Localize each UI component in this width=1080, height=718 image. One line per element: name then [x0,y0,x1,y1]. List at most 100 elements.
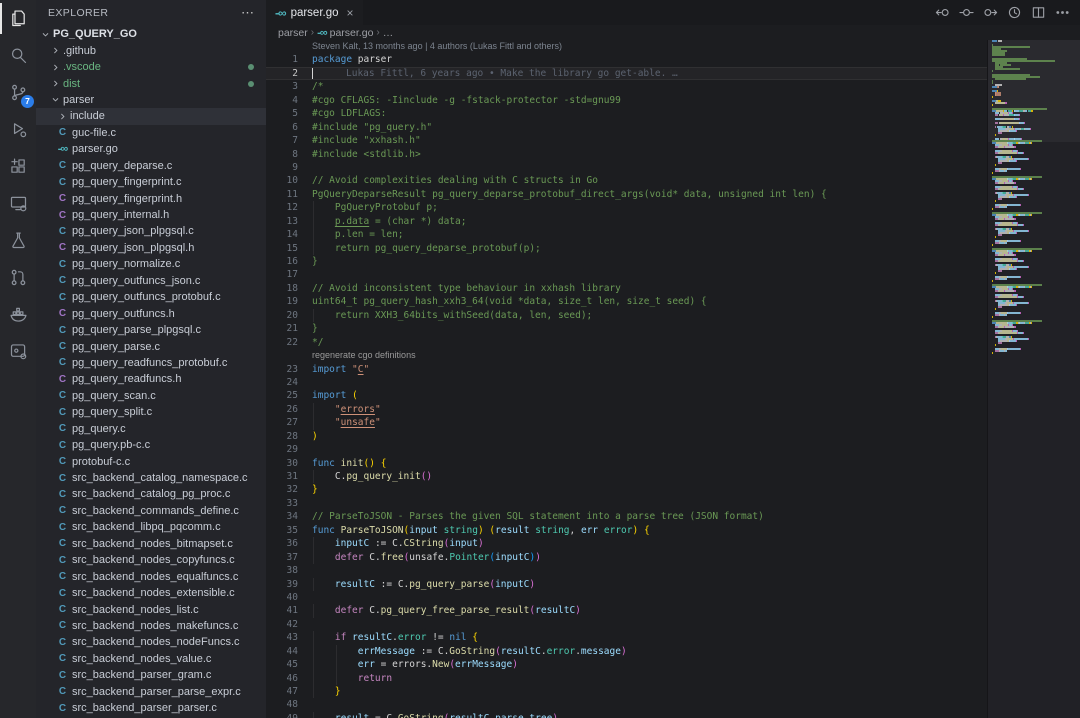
tree-item-src-backend-nodes-copyfuncs-c[interactable]: Csrc_backend_nodes_copyfuncs.c [36,552,266,568]
code-line-19[interactable]: 19uint64_t pg_query_hash_xxh3_64(void *d… [266,295,988,308]
tree-item-src-backend-nodes-extensible-c[interactable]: Csrc_backend_nodes_extensible.c [36,585,266,601]
source-control-icon[interactable]: 7 [0,74,36,111]
code-line-40[interactable]: 40 [266,591,988,604]
code-line-21[interactable]: 21} [266,322,988,335]
code-line-42[interactable]: 42 [266,618,988,631]
code-line-33[interactable]: 33 [266,497,988,510]
code-line-49[interactable]: 49 result = C.GoString(resultC.parse_tre… [266,712,988,718]
code-line-35[interactable]: 35func ParseToJSON(input string) (result… [266,524,988,537]
codelens-regenerate-cgo[interactable]: regenerate cgo definitions [266,349,988,362]
breadcrumb-file[interactable]: -∞ parser.go [317,27,373,39]
code-line-41[interactable]: 41 defer C.pg_query_free_parse_result(re… [266,604,988,617]
code-line-47[interactable]: 47 } [266,685,988,698]
tree-item-protobuf-c-c[interactable]: Cprotobuf-c.c [36,453,266,469]
split-editor-icon[interactable] [1031,5,1046,20]
next-change-icon[interactable] [983,5,998,20]
code-line-24[interactable]: 24 [266,376,988,389]
tree-item-src-backend-nodes-equalfuncs-c[interactable]: Csrc_backend_nodes_equalfuncs.c [36,568,266,584]
code-line-27[interactable]: 27 "unsafe" [266,416,988,429]
code-line-1[interactable]: 1package parser [266,53,988,66]
code-line-28[interactable]: 28) [266,430,988,443]
tree-item-pg-query-json-plpgsql-h[interactable]: Cpg_query_json_plpgsql.h [36,240,266,256]
code-line-29[interactable]: 29 [266,443,988,456]
open-changes-icon[interactable] [935,5,950,20]
tree-item-parser-go[interactable]: -∞parser.go [36,141,266,157]
code-line-15[interactable]: 15 return pg_query_deparse_protobuf(p); [266,242,988,255]
code-line-30[interactable]: 30func init() { [266,457,988,470]
tree-item-pg-query-outfuncs-json-c[interactable]: Cpg_query_outfuncs_json.c [36,273,266,289]
tree-item-pg-query-parse-plpgsql-c[interactable]: Cpg_query_parse_plpgsql.c [36,322,266,338]
code-line-32[interactable]: 32} [266,483,988,496]
tree-item-src-backend-parser-gram-c[interactable]: Csrc_backend_parser_gram.c [36,667,266,683]
more-actions-icon[interactable] [1055,5,1070,20]
explorer-icon[interactable] [0,0,36,37]
project-manager-icon[interactable] [0,333,36,370]
code-line-31[interactable]: 31 C.pg_query_init() [266,470,988,483]
code-line-10[interactable]: 10// Avoid complexities dealing with C s… [266,174,988,187]
breadcrumb-folder[interactable]: parser [278,27,308,39]
tree-item-pg-query-readfuncs-h[interactable]: Cpg_query_readfuncs.h [36,371,266,387]
tab-close-icon[interactable]: × [347,7,354,19]
tree-item-guc-file-c[interactable]: Cguc-file.c [36,125,266,141]
tree-item-src-backend-catalog-pg-proc-c[interactable]: Csrc_backend_catalog_pg_proc.c [36,486,266,502]
tree-item-src-backend-catalog-namespace-c[interactable]: Csrc_backend_catalog_namespace.c [36,470,266,486]
code-line-17[interactable]: 17 [266,268,988,281]
code-line-11[interactable]: 11PgQueryDeparseResult pg_query_deparse_… [266,188,988,201]
minimap[interactable] [987,40,1080,718]
code-line-36[interactable]: 36 inputC := C.CString(input) [266,537,988,550]
tree-item-src-backend-commands-define-c[interactable]: Csrc_backend_commands_define.c [36,503,266,519]
tree-item-pg-query-pb-c-c[interactable]: Cpg_query.pb-c.c [36,437,266,453]
code-line-26[interactable]: 26 "errors" [266,403,988,416]
code-line-2[interactable]: 2Lukas Fittl, 6 years ago • Make the lib… [266,67,988,80]
tab-parser-go[interactable]: -∞ parser.go × [266,0,363,25]
code-line-48[interactable]: 48 [266,698,988,711]
code-line-23[interactable]: 23import "C" [266,363,988,376]
tree-item-pg-query-fingerprint-h[interactable]: Cpg_query_fingerprint.h [36,190,266,206]
code-line-45[interactable]: 45 err = errors.New(errMessage) [266,658,988,671]
breadcrumb-symbol[interactable]: … [383,27,394,39]
tree-item-pg-query-outfuncs-protobuf-c[interactable]: Cpg_query_outfuncs_protobuf.c [36,289,266,305]
code-line-43[interactable]: 43 if resultC.error != nil { [266,631,988,644]
prev-change-icon[interactable] [959,5,974,20]
code-line-8[interactable]: 8#include <stdlib.h> [266,148,988,161]
code-line-12[interactable]: 12 PgQueryProtobuf p; [266,201,988,214]
tree-item-pg-query-deparse-c[interactable]: Cpg_query_deparse.c [36,158,266,174]
tree-item-pg-query-split-c[interactable]: Cpg_query_split.c [36,404,266,420]
tree-item-src-backend-libpq-pqcomm-c[interactable]: Csrc_backend_libpq_pqcomm.c [36,519,266,535]
code-line-22[interactable]: 22*/ [266,336,988,349]
code-line-37[interactable]: 37 defer C.free(unsafe.Pointer(inputC)) [266,551,988,564]
file-history-icon[interactable] [1007,5,1022,20]
explorer-more-icon[interactable]: ⋯ [241,8,254,18]
code-line-5[interactable]: 5#cgo LDFLAGS: [266,107,988,120]
code-line-39[interactable]: 39 resultC := C.pg_query_parse(inputC) [266,578,988,591]
tree-item-pg-query-fingerprint-c[interactable]: Cpg_query_fingerprint.c [36,174,266,190]
tree-item-parser[interactable]: parser [36,92,266,108]
tree-item-pg-query-normalize-c[interactable]: Cpg_query_normalize.c [36,256,266,272]
tree-item-src-backend-nodes-bitmapset-c[interactable]: Csrc_backend_nodes_bitmapset.c [36,536,266,552]
code-line-18[interactable]: 18// Avoid inconsistent type behaviour i… [266,282,988,295]
tree-item-pg-query-go[interactable]: PG_QUERY_GO [36,26,266,42]
code-line-16[interactable]: 16} [266,255,988,268]
code-line-46[interactable]: 46 return [266,672,988,685]
tree-item-src-backend-nodes-makefuncs-c[interactable]: Csrc_backend_nodes_makefuncs.c [36,618,266,634]
tree-item-dist[interactable]: dist [36,75,266,91]
code-line-13[interactable]: 13 p.data = (char *) data; [266,215,988,228]
code-line-20[interactable]: 20 return XXH3_64bits_withSeed(data, len… [266,309,988,322]
tree-item--github[interactable]: .github [36,42,266,58]
pull-requests-icon[interactable] [0,259,36,296]
tree-item-pg-query-outfuncs-h[interactable]: Cpg_query_outfuncs.h [36,305,266,321]
code-area[interactable]: Steven Kalt, 13 months ago | 4 authors (… [266,40,988,718]
tree-item-pg-query-scan-c[interactable]: Cpg_query_scan.c [36,388,266,404]
extensions-icon[interactable] [0,148,36,185]
tree-item-pg-query-internal-h[interactable]: Cpg_query_internal.h [36,207,266,223]
tree-item--vscode[interactable]: .vscode [36,59,266,75]
tree-item-src-backend-nodes-list-c[interactable]: Csrc_backend_nodes_list.c [36,601,266,617]
tree-item-src-backend-nodes-nodefuncs-c[interactable]: Csrc_backend_nodes_nodeFuncs.c [36,634,266,650]
gitlens-authors-lens[interactable]: Steven Kalt, 13 months ago | 4 authors (… [266,40,988,53]
tree-item-pg-query-parse-c[interactable]: Cpg_query_parse.c [36,338,266,354]
tree-item-pg-query-readfuncs-protobuf-c[interactable]: Cpg_query_readfuncs_protobuf.c [36,355,266,371]
code-line-4[interactable]: 4#cgo CFLAGS: -Iinclude -g -fstack-prote… [266,94,988,107]
code-line-6[interactable]: 6#include "pg_query.h" [266,121,988,134]
tree-item-pg-query-c[interactable]: Cpg_query.c [36,421,266,437]
tree-item-include[interactable]: include [36,108,266,124]
